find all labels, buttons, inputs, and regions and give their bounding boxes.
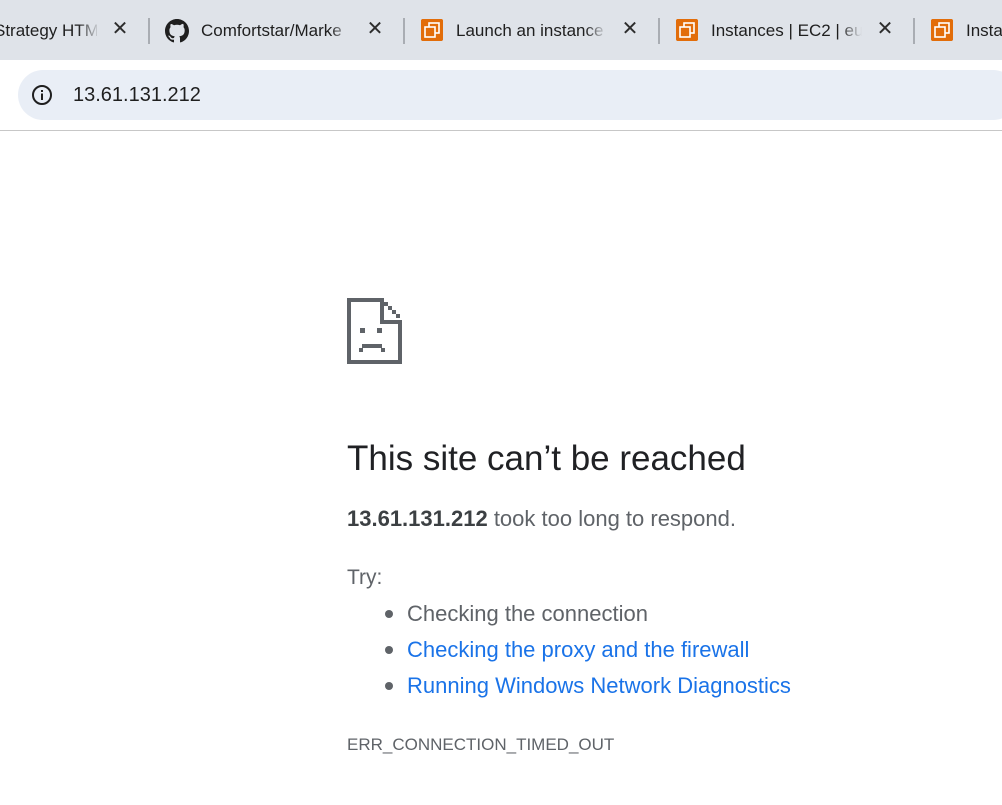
aws-ec2-icon xyxy=(931,19,953,41)
tab-close-icon[interactable]: ✕ xyxy=(619,18,641,40)
try-label: Try: xyxy=(347,566,383,589)
list-item: Running Windows Network Diagnostics xyxy=(347,671,791,707)
suggestion-check-connection: Checking the connection xyxy=(407,601,648,626)
tab-title-fade xyxy=(78,14,100,46)
bullet-icon xyxy=(385,646,393,654)
link-network-diagnostics[interactable]: Running Windows Network Diagnostics xyxy=(407,673,791,698)
tab-close-icon[interactable]: ✕ xyxy=(109,18,131,40)
bullet-icon xyxy=(385,610,393,618)
tab-strategy[interactable]: Strategy HTM ✕ xyxy=(0,0,150,60)
browser-toolbar: 13.61.131.212 xyxy=(0,60,1002,131)
error-headline: This site can’t be reached xyxy=(347,439,746,478)
bullet-icon xyxy=(385,682,393,690)
aws-ec2-icon xyxy=(676,19,698,41)
tab-close-icon[interactable]: ✕ xyxy=(364,18,386,40)
tab-strip: Strategy HTM ✕ Comfortstar/Marke ✕ Launc… xyxy=(0,0,1002,60)
aws-ec2-icon xyxy=(421,19,443,41)
suggestion-list: Checking the connection Checking the pro… xyxy=(347,599,791,707)
tab-ec2-instances[interactable]: Instances | EC2 | eu ✕ xyxy=(660,0,915,60)
tab-close-icon[interactable]: ✕ xyxy=(874,18,896,40)
tab-instance-partial[interactable]: Insta xyxy=(915,0,1002,60)
info-icon[interactable] xyxy=(31,84,53,106)
tab-title-fade xyxy=(330,14,352,46)
sad-page-icon xyxy=(347,298,402,364)
url-text[interactable]: 13.61.131.212 xyxy=(73,83,201,107)
tab-title-fade xyxy=(585,14,607,46)
error-message-suffix: took too long to respond. xyxy=(487,506,736,531)
error-code: ERR_CONNECTION_TIMED_OUT xyxy=(347,735,615,754)
tab-title: Insta xyxy=(966,21,1002,40)
tab-launch-instance[interactable]: Launch an instance ✕ xyxy=(405,0,660,60)
error-message: 13.61.131.212 took too long to respond. xyxy=(347,505,736,533)
address-bar[interactable]: 13.61.131.212 xyxy=(18,70,1002,120)
list-item: Checking the connection xyxy=(347,599,791,635)
tab-title-fade xyxy=(840,14,862,46)
list-item: Checking the proxy and the firewall xyxy=(347,635,791,671)
error-host: 13.61.131.212 xyxy=(347,506,488,531)
link-check-proxy-firewall[interactable]: Checking the proxy and the firewall xyxy=(407,637,749,662)
tab-github[interactable]: Comfortstar/Marke ✕ xyxy=(150,0,405,60)
github-icon xyxy=(165,19,189,43)
